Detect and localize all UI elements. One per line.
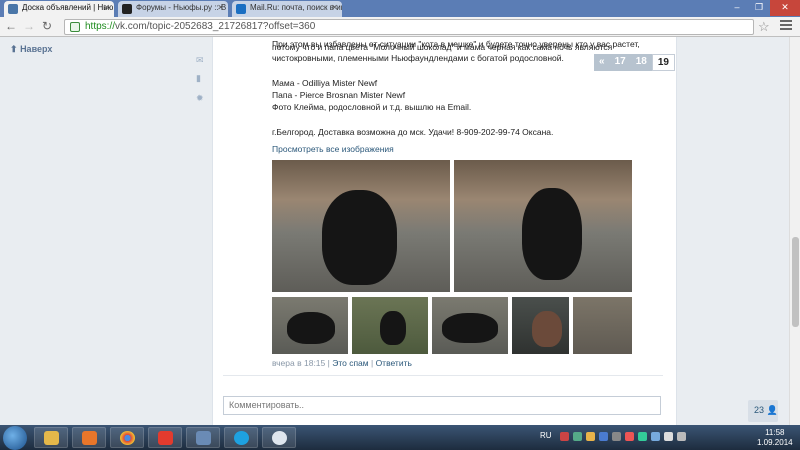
volume-icon[interactable]: [677, 432, 686, 441]
tray-icon[interactable]: [625, 432, 634, 441]
tray-icon[interactable]: [651, 432, 660, 441]
mailru-favicon-icon: [236, 4, 246, 14]
tab-mailru[interactable]: Mail.Ru: почта, поиск в ин ✕: [232, 1, 342, 17]
scroll-to-top-link[interactable]: ⬆ Наверх: [10, 44, 52, 55]
taskbar-explorer[interactable]: [34, 427, 68, 448]
close-window-icon[interactable]: ✕: [770, 0, 800, 16]
chat-counter[interactable]: 23 👤: [748, 400, 778, 422]
taskbar-app[interactable]: [186, 427, 220, 448]
puppy-figure: [287, 312, 335, 344]
reload-icon[interactable]: ↻: [40, 20, 54, 34]
up-arrow-icon: ⬆: [10, 44, 18, 54]
taskbar-yandex[interactable]: [148, 427, 182, 448]
post-meta: вчера в 18:15 | Это спам | Ответить: [272, 358, 412, 368]
network-icon[interactable]: [664, 432, 673, 441]
post-thumbnail-3[interactable]: [432, 297, 508, 354]
left-column: ⬆ Наверх ✉ ▮ ✹: [0, 37, 212, 425]
clock-app-icon: [272, 431, 287, 445]
tab-strip: Доска объявлений | Нью ✕ Форумы - Ньюфы.…: [0, 0, 800, 17]
window-controls: – ❐ ✕: [726, 0, 800, 16]
view-all-images-link[interactable]: Просмотреть все изображения: [272, 144, 394, 155]
taskbar-media[interactable]: [72, 427, 106, 448]
chrome-icon: [120, 431, 135, 445]
language-indicator[interactable]: RU: [540, 431, 552, 440]
post-text-line-2: потому что и папа цвета "Молочный шокола…: [272, 42, 613, 52]
bookmark-star-icon[interactable]: ☆: [758, 19, 770, 35]
post-time: вчера в 18:15: [272, 358, 326, 368]
minimize-icon[interactable]: –: [726, 0, 748, 16]
address-bar[interactable]: https://vk.com/topic-2052683_21726817?of…: [64, 19, 754, 35]
person-icon: 👤: [766, 405, 778, 415]
tray-icon[interactable]: [638, 432, 647, 441]
browser-toolbar: ← → ↻ https://vk.com/topic-2052683_21726…: [0, 17, 800, 37]
pager-page-18[interactable]: 18: [631, 54, 652, 71]
maximize-icon[interactable]: ❐: [748, 0, 770, 16]
tab-vk-board[interactable]: Доска объявлений | Нью ✕: [4, 1, 114, 17]
comment-input[interactable]: Комментировать..: [223, 396, 661, 415]
close-tab-icon[interactable]: ✕: [217, 3, 224, 12]
back-arrow-icon[interactable]: ←: [4, 20, 18, 34]
post-location-contact: г.Белгород. Доставка возможна до мск. Уд…: [272, 127, 554, 137]
message-icon[interactable]: ✉: [196, 55, 206, 65]
chrome-menu-icon[interactable]: [780, 20, 792, 32]
chat-bubble-icon[interactable]: ▮: [196, 73, 206, 83]
puppy-figure: [322, 190, 397, 285]
divider: [223, 375, 663, 376]
vk-favicon-icon: [8, 4, 18, 14]
close-tab-icon[interactable]: ✕: [103, 3, 110, 12]
start-button[interactable]: [3, 426, 27, 450]
yandex-icon: [158, 431, 173, 445]
close-tab-icon[interactable]: ✕: [331, 3, 338, 12]
post-mother: Мама - Odilliya Mister Newf: [272, 78, 378, 88]
right-column: [677, 37, 788, 425]
person-figure: [532, 311, 562, 347]
page-viewport: ⬆ Наверх ✉ ▮ ✹ При этом вы избавлены от …: [0, 37, 800, 425]
post-thumbnail-5[interactable]: [573, 297, 632, 354]
folder-icon: [44, 431, 59, 445]
media-player-icon: [82, 431, 97, 445]
puppy-figure: [442, 313, 498, 343]
puppy-figure: [380, 311, 406, 345]
post-photo-1[interactable]: [272, 160, 450, 292]
tray-icon[interactable]: [560, 432, 569, 441]
puppy-figure: [522, 188, 582, 280]
scrollbar-thumb[interactable]: [792, 237, 799, 327]
reply-link[interactable]: Ответить: [376, 358, 412, 368]
system-clock[interactable]: 11:58 1.09.2014: [757, 428, 793, 448]
tray-icon[interactable]: [573, 432, 582, 441]
newfs-favicon-icon: [122, 4, 132, 14]
tab-newfs-forum[interactable]: Форумы - Ньюфы.ру :: В ✕: [118, 1, 228, 17]
post-father: Папа - Pierce Brosnan Mister Newf: [272, 90, 406, 100]
lock-icon: [70, 22, 80, 32]
taskbar-chrome[interactable]: [110, 427, 144, 448]
pager-current-page: 19: [651, 54, 675, 71]
settings-gear-icon[interactable]: ✹: [196, 93, 206, 103]
tray-icon[interactable]: [586, 432, 595, 441]
tray-icon[interactable]: [599, 432, 608, 441]
post-thumbnail-4[interactable]: [512, 297, 569, 354]
post-text-line-3: чистокровными, племенными Ньюфаундлендам…: [272, 53, 564, 63]
post-thumbnail-1[interactable]: [272, 297, 348, 354]
post-photo-note: Фото Клейма, родословной и т.д. вышлю на…: [272, 102, 472, 112]
monitor-icon: [196, 431, 211, 445]
report-spam-link[interactable]: Это спам: [332, 358, 368, 368]
pager-page-17[interactable]: 17: [610, 54, 631, 71]
taskbar-skype[interactable]: [224, 427, 258, 448]
page-scrollbar[interactable]: [789, 37, 800, 425]
windows-taskbar: RU 11:58 1.09.2014: [0, 425, 800, 450]
taskbar-app-2[interactable]: [262, 427, 296, 448]
forward-arrow-icon[interactable]: →: [22, 20, 36, 34]
tray-icon[interactable]: [612, 432, 621, 441]
post-photo-2[interactable]: [454, 160, 632, 292]
pager-prev[interactable]: «: [594, 54, 610, 71]
skype-icon: [234, 431, 249, 445]
post-thumbnail-2[interactable]: [352, 297, 428, 354]
pagination: « 17 18 19: [594, 54, 675, 71]
topic-post: При этом вы избавлены от ситуации "кота …: [212, 37, 677, 425]
